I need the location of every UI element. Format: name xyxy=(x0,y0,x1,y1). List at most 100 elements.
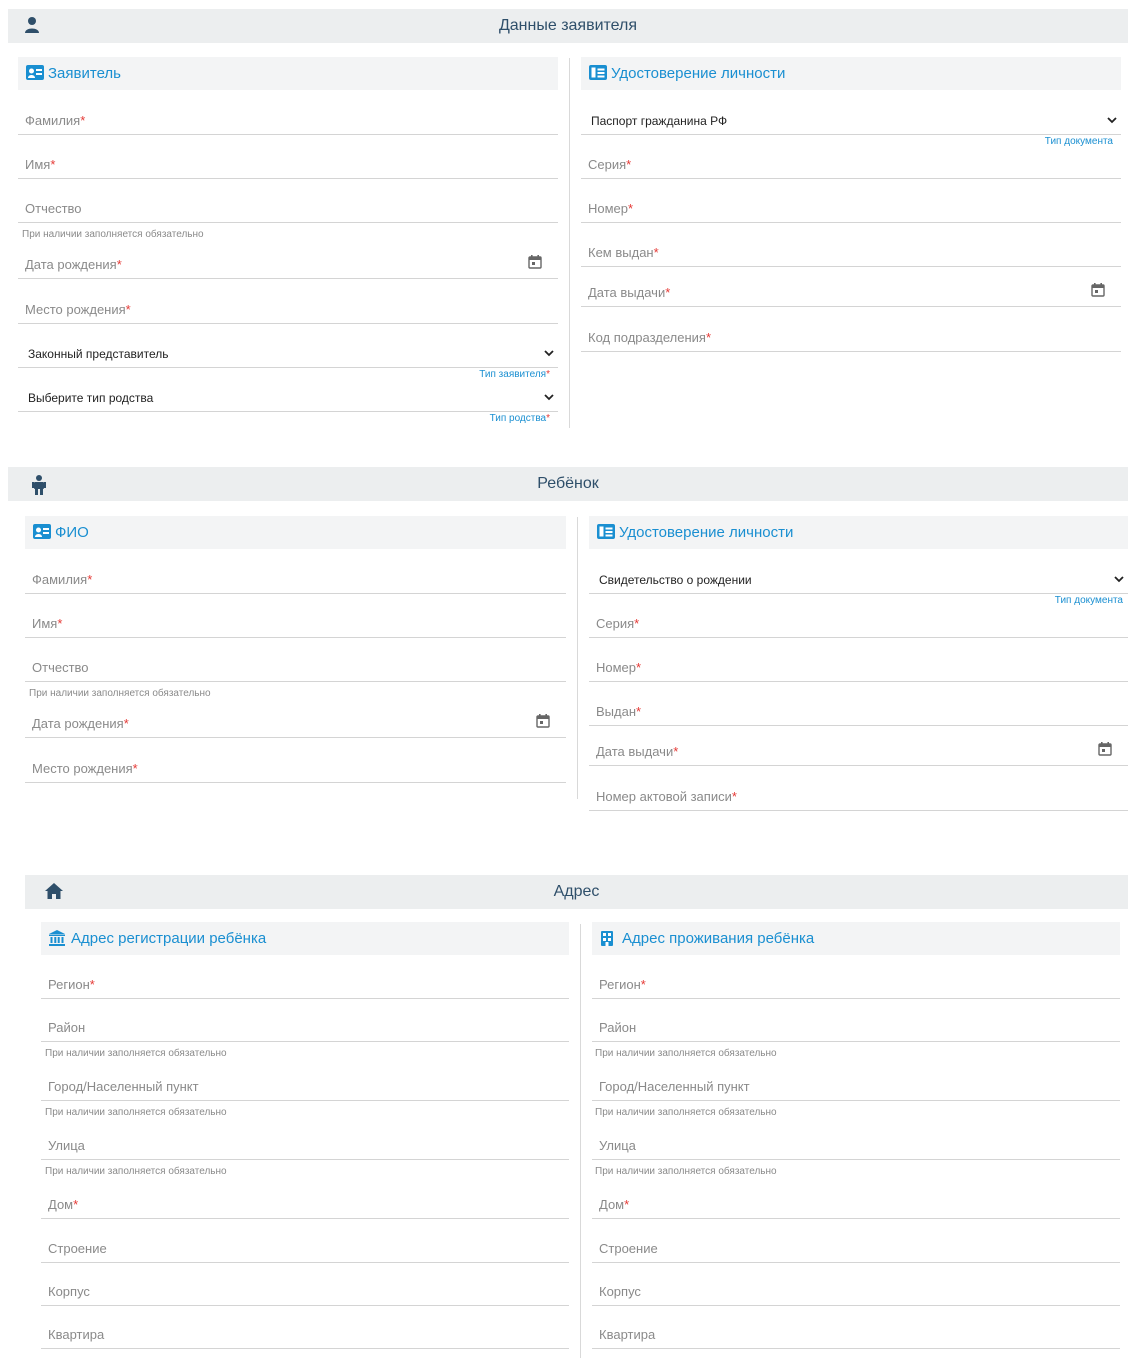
applicant-type-label: Тип заявителя* xyxy=(430,369,550,380)
required-mark: * xyxy=(673,744,679,759)
calendar-icon[interactable] xyxy=(1098,742,1112,759)
reg-district-field[interactable]: Район xyxy=(41,1011,569,1042)
child-id-doc-title: Удостоверение личности xyxy=(619,524,794,541)
child-first-name-field[interactable]: Имя* xyxy=(25,607,566,638)
res-house-field[interactable]: Дом* xyxy=(592,1188,1120,1219)
calendar-icon[interactable] xyxy=(1091,283,1105,300)
required-mark: * xyxy=(125,302,131,317)
applicant-subsection-header: Заявитель xyxy=(18,57,558,90)
child-doc-type-select[interactable]: Свидетельство о рождении xyxy=(589,563,1128,594)
label-text: Корпус xyxy=(599,1284,641,1299)
required-mark: * xyxy=(636,660,642,675)
applicant-doc-division-code-field[interactable]: Код подразделения* xyxy=(581,321,1121,352)
passport-icon xyxy=(597,524,615,543)
field-label: Фамилия* xyxy=(32,572,92,587)
res-region-field[interactable]: Регион* xyxy=(592,968,1120,999)
child-doc-issued-field[interactable]: Выдан* xyxy=(589,695,1128,726)
applicant-doc-type-label: Тип документа xyxy=(1044,136,1113,147)
address-section-title: Адрес xyxy=(553,883,600,900)
child-doc-series-field[interactable]: Серия* xyxy=(589,607,1128,638)
child-fio-header: ФИО xyxy=(25,516,566,549)
required-mark: * xyxy=(57,616,63,631)
reg-street-hint: При наличии заполняется обязательно xyxy=(45,1166,227,1177)
label-text: Тип родства xyxy=(489,413,547,424)
field-label: Дата рождения* xyxy=(32,716,129,731)
label-text: Имя xyxy=(32,616,58,631)
label-text: Квартира xyxy=(599,1327,656,1342)
res-apartment-field[interactable]: Квартира xyxy=(592,1318,1120,1349)
label-text: Отчество xyxy=(25,201,82,216)
reg-house-field[interactable]: Дом* xyxy=(41,1188,569,1219)
applicant-first-name-field[interactable]: Имя* xyxy=(18,148,558,179)
required-mark: * xyxy=(731,789,737,804)
res-street-field[interactable]: Улица xyxy=(592,1129,1120,1160)
field-label: Дата выдачи* xyxy=(596,744,678,759)
res-district-field[interactable]: Район xyxy=(592,1011,1120,1042)
label-text: Номер xyxy=(596,660,637,675)
applicant-id-doc-title: Удостоверение личности xyxy=(611,65,786,82)
res-block-field[interactable]: Корпус xyxy=(592,1275,1120,1306)
label-text: Квартира xyxy=(48,1327,105,1342)
label-text: Выдан xyxy=(596,704,637,719)
child-section-title: Ребёнок xyxy=(537,475,599,492)
field-label: Имя* xyxy=(25,157,55,172)
label-text: Дата выдачи xyxy=(588,285,666,300)
label-text: Дата рождения xyxy=(25,257,117,272)
child-last-name-field[interactable]: Фамилия* xyxy=(25,563,566,594)
applicant-last-name-field[interactable]: Фамилия* xyxy=(18,104,558,135)
required-mark: * xyxy=(628,201,634,216)
reg-street-field[interactable]: Улица xyxy=(41,1129,569,1160)
reg-city-hint: При наличии заполняется обязательно xyxy=(45,1107,227,1118)
applicant-doc-series-field[interactable]: Серия* xyxy=(581,148,1121,179)
applicant-doc-type-select[interactable]: Паспорт гражданина РФ xyxy=(581,104,1121,135)
field-label: Дом* xyxy=(599,1197,629,1212)
child-birth-place-field[interactable]: Место рождения* xyxy=(25,752,566,783)
child-doc-record-number-field[interactable]: Номер актовой записи* xyxy=(589,780,1128,811)
select-value: Паспорт гражданина РФ xyxy=(591,114,728,128)
res-building-field[interactable]: Строение xyxy=(592,1232,1120,1263)
field-label: Номер актовой записи* xyxy=(596,789,737,804)
label-text: Фамилия xyxy=(32,572,88,587)
child-patronymic-hint: При наличии заполняется обязательно xyxy=(29,688,211,699)
child-doc-issue-date-field[interactable]: Дата выдачи* xyxy=(589,735,1128,766)
child-doc-number-field[interactable]: Номер* xyxy=(589,651,1128,682)
label-text: Место рождения xyxy=(32,761,133,776)
res-street-hint: При наличии заполняется обязательно xyxy=(595,1166,777,1177)
calendar-icon[interactable] xyxy=(528,255,542,272)
select-value: Свидетельство о рождении xyxy=(599,573,752,587)
field-label: Номер* xyxy=(596,660,641,675)
field-label: Регион* xyxy=(48,977,95,992)
applicant-patronymic-field[interactable]: Отчество xyxy=(18,192,558,223)
child-id-doc-header: Удостоверение личности xyxy=(589,516,1128,549)
column-divider xyxy=(577,517,578,799)
applicant-birth-date-field[interactable]: Дата рождения* xyxy=(18,248,558,279)
applicant-doc-issue-date-field[interactable]: Дата выдачи* xyxy=(581,276,1121,307)
reg-region-field[interactable]: Регион* xyxy=(41,968,569,999)
applicant-section-header: Данные заявителя xyxy=(8,9,1128,43)
res-city-field[interactable]: Город/Населенный пункт xyxy=(592,1070,1120,1101)
required-mark: * xyxy=(546,369,550,380)
calendar-icon[interactable] xyxy=(536,714,550,731)
label-text: Строение xyxy=(599,1241,658,1256)
label-text: Регион xyxy=(48,977,90,992)
reg-city-field[interactable]: Город/Населенный пункт xyxy=(41,1070,569,1101)
chevron-down-icon xyxy=(544,346,554,360)
label-text: Серия xyxy=(588,157,627,172)
required-mark: * xyxy=(116,257,122,272)
reg-block-field[interactable]: Корпус xyxy=(41,1275,569,1306)
applicant-birth-place-field[interactable]: Место рождения* xyxy=(18,293,558,324)
applicant-doc-issued-by-field[interactable]: Кем выдан* xyxy=(581,236,1121,267)
child-birth-date-field[interactable]: Дата рождения* xyxy=(25,707,566,738)
id-card-icon xyxy=(33,524,51,543)
passport-icon xyxy=(589,65,607,84)
required-mark: * xyxy=(89,977,95,992)
label-text: Код подразделения xyxy=(588,330,706,345)
reg-apartment-field[interactable]: Квартира xyxy=(41,1318,569,1349)
applicant-type-select[interactable]: Законный представитель xyxy=(18,337,558,368)
reg-building-field[interactable]: Строение xyxy=(41,1232,569,1263)
field-label: Дата выдачи* xyxy=(588,285,670,300)
child-patronymic-field[interactable]: Отчество xyxy=(25,651,566,682)
kinship-type-select[interactable]: Выберите тип родства xyxy=(18,381,558,412)
field-label: Номер* xyxy=(588,201,633,216)
applicant-doc-number-field[interactable]: Номер* xyxy=(581,192,1121,223)
